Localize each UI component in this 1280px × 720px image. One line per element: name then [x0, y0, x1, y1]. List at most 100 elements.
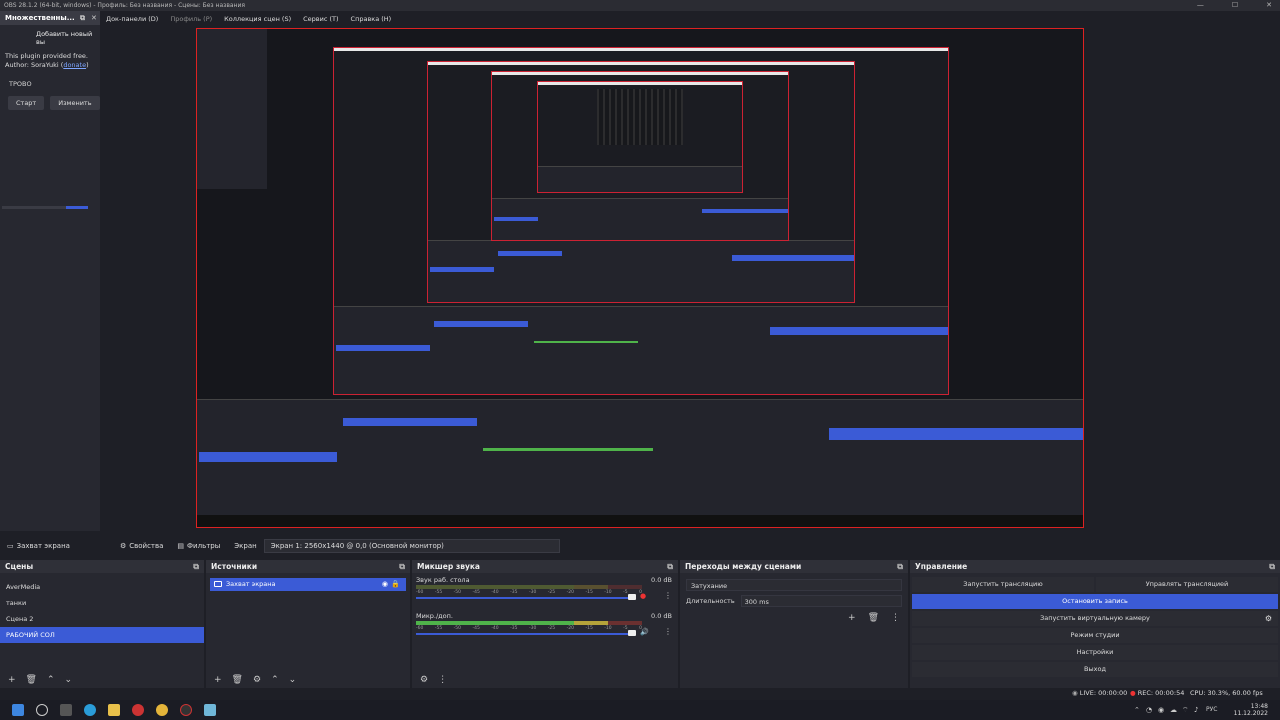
chevron-up-icon[interactable]: ⌃ [1134, 706, 1140, 714]
add-icon[interactable]: + [848, 613, 856, 623]
language-indicator[interactable]: РУС [1206, 706, 1217, 713]
properties-button[interactable]: ⚙ Свойства [113, 542, 170, 550]
advanced-audio-icon[interactable]: ⚙ [420, 675, 428, 685]
clock[interactable]: 13:48 11.12.2022 [1234, 703, 1268, 717]
volume-icon[interactable]: ♪ [1194, 706, 1198, 714]
eye-icon[interactable]: ◉ [382, 578, 388, 591]
arrow-down-icon[interactable]: ⌄ [289, 675, 297, 685]
file-explorer-icon[interactable] [108, 704, 120, 716]
mixer-channel: Звук раб. стола 0.0 dB -60 -55 -50 -45 -40 -3… [412, 573, 678, 609]
close-icon[interactable]: ✕ [1266, 0, 1272, 11]
more-icon[interactable]: ⋮ [664, 627, 672, 636]
studio-mode-button[interactable]: Режим студии [912, 628, 1278, 643]
controls-header: Управление ⧉ [910, 560, 1280, 573]
trash-icon[interactable]: 🗑 [868, 613, 879, 623]
source-item[interactable]: Захват экрана ◉ 🔒 [210, 578, 406, 591]
opera-icon[interactable] [132, 704, 144, 716]
volume-slider-handle[interactable] [628, 594, 636, 600]
screen-label: Экран [234, 542, 257, 550]
add-output-button[interactable]: Добавить новый вы [36, 30, 100, 46]
maximize-icon[interactable]: ☐ [1232, 0, 1238, 11]
add-icon[interactable]: + [214, 675, 222, 685]
scene-item[interactable]: Сцена 2 [0, 611, 204, 627]
dock-float-icon[interactable]: ⧉ [193, 560, 199, 573]
trash-icon[interactable]: 🗑 [232, 675, 243, 685]
edit-output-button[interactable]: Изменить [50, 96, 100, 110]
channel-db: 0.0 dB [651, 612, 672, 620]
minimize-icon[interactable]: — [1197, 0, 1204, 11]
source-toolbar: ▭ Захват экрана ⚙ Свойства ▤ Фильтры Экр… [0, 538, 1280, 554]
scene-item-selected[interactable]: РАБОЧИЙ СОЛ [0, 627, 204, 643]
nested-plugin-dock [197, 29, 267, 189]
scene-item[interactable]: AverMedia [0, 579, 204, 595]
stop-record-button[interactable]: Остановить запись [912, 594, 1278, 609]
start-stream-button[interactable]: Запустить трансляцию [912, 577, 1094, 592]
menu-tools[interactable]: Сервис (T) [297, 15, 344, 23]
close-icon[interactable]: ✕ [91, 11, 97, 25]
cloud-icon[interactable]: ☁ [1170, 706, 1177, 714]
dock-float-icon[interactable]: ⧉ [1269, 560, 1275, 573]
scene-item[interactable]: танки [0, 595, 204, 611]
obs-icon[interactable] [180, 704, 192, 716]
audio-mixer-dock: Микшер звука ⧉ Звук раб. стола 0.0 dB -60… [412, 560, 678, 688]
menu-docks[interactable]: Док-панели (D) [100, 15, 164, 23]
transition-select[interactable]: Затухание [686, 579, 902, 591]
gear-icon[interactable]: ⚙ [253, 675, 261, 685]
gear-icon[interactable]: ⚙ [1265, 611, 1272, 626]
dock-float-icon[interactable]: ⧉ [399, 560, 405, 573]
edge-icon[interactable] [84, 704, 96, 716]
mixer-header: Микшер звука ⧉ [412, 560, 678, 573]
filters-button[interactable]: ▤ Фильтры [170, 542, 227, 550]
menu-scene-collection[interactable]: Коллекция сцен (S) [218, 15, 297, 23]
volume-slider[interactable] [416, 597, 636, 599]
more-icon[interactable]: ⋮ [438, 675, 447, 685]
nested-titlebar [334, 48, 948, 51]
more-icon[interactable]: ⋮ [664, 591, 672, 600]
app-icon[interactable] [204, 704, 216, 716]
virtual-camera-button[interactable]: Запустить виртуальную камеру ⚙ [912, 611, 1278, 626]
wifi-icon[interactable]: ⌔ [1182, 706, 1189, 715]
add-icon[interactable]: + [8, 675, 16, 685]
settings-button[interactable]: Настройки [912, 645, 1278, 660]
arrow-up-icon[interactable]: ⌃ [271, 675, 279, 685]
arrow-up-icon[interactable]: ⌃ [47, 675, 55, 685]
app-tray-icon[interactable]: ◉ [1158, 706, 1164, 714]
start-output-button[interactable]: Старт [8, 96, 45, 110]
plugin-info-line1: This plugin provided free. [5, 52, 89, 60]
muted-speaker-icon[interactable]: ● [640, 592, 646, 600]
dock-float-icon[interactable]: ⧉ [897, 560, 903, 573]
output-target-name: ТРОВО [9, 80, 32, 88]
trash-icon[interactable]: 🗑 [26, 675, 37, 685]
search-icon[interactable] [36, 704, 48, 716]
nested-selected-source-2 [434, 321, 528, 327]
plugin-dock-title: Множественны... ⧉ ✕ [0, 11, 100, 25]
channel-name: Звук раб. стола [416, 576, 470, 584]
volume-slider[interactable] [416, 633, 636, 635]
duration-input[interactable]: 300 ms [740, 595, 902, 607]
menu-help[interactable]: Справка (H) [345, 15, 398, 23]
nested-bottom-panels-2 [334, 306, 948, 394]
exit-button[interactable]: Выход [912, 662, 1278, 677]
more-icon[interactable]: ⋮ [891, 613, 900, 623]
duration-label: Длительность [686, 597, 735, 605]
window-titlebar: OBS 28.1.2 (64-bit, windows) - Профиль: … [0, 0, 1280, 11]
network-icon[interactable]: ◔ [1146, 706, 1152, 714]
arrow-down-icon[interactable]: ⌄ [65, 675, 73, 685]
gear-icon: ⚙ [119, 542, 127, 550]
chrome-icon[interactable] [156, 704, 168, 716]
dock-float-icon[interactable]: ⧉ [667, 560, 673, 573]
volume-meter [416, 621, 642, 625]
menu-profile[interactable]: Профиль (P) [164, 15, 218, 23]
volume-slider-handle[interactable] [628, 630, 636, 636]
speaker-icon[interactable]: 🔊 [640, 628, 649, 636]
lock-icon[interactable]: 🔒 [391, 578, 400, 591]
manage-stream-button[interactable]: Управлять трансляцией [1096, 577, 1278, 592]
task-view-icon[interactable] [60, 704, 72, 716]
donate-link[interactable]: donate [63, 61, 86, 69]
dock-scrollbar[interactable] [2, 206, 88, 209]
screen-select[interactable]: Экран 1: 2560x1440 @ 0,0 (Основной монит… [263, 539, 560, 553]
float-icon[interactable]: ⧉ [80, 11, 85, 25]
nested-bottom-panels-3 [428, 240, 854, 302]
windows-start-icon[interactable] [12, 704, 24, 716]
preview-canvas[interactable] [196, 28, 1084, 528]
